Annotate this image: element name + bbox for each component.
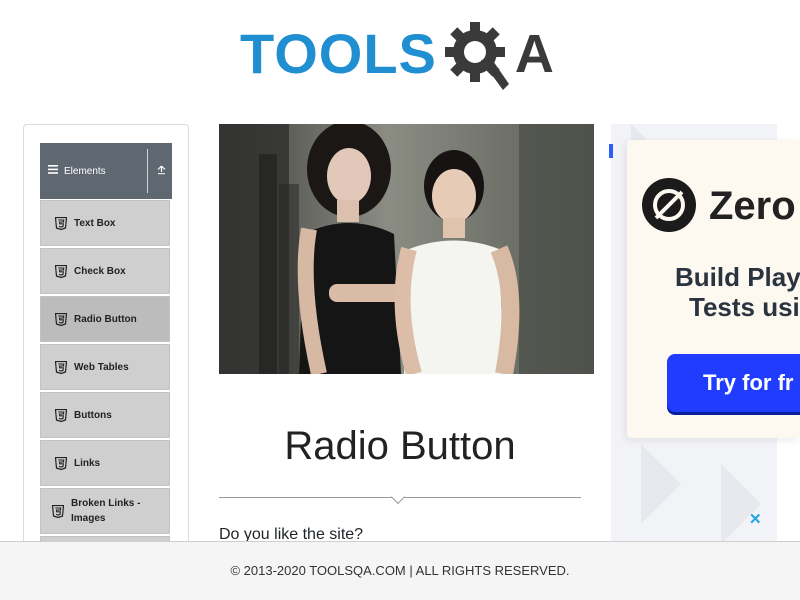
gear-icon (444, 22, 509, 90)
collapse-arrow-icon[interactable] (152, 165, 170, 178)
ad-brand: Zero (709, 184, 796, 228)
sidebar-item-label: Links (74, 457, 101, 469)
hero-photo-graphic (219, 124, 594, 374)
html5-icon (55, 360, 67, 374)
html5-icon (55, 408, 67, 422)
sidebar-item-text-box[interactable]: Text Box (40, 200, 170, 246)
html5-icon (55, 264, 67, 278)
footer-copyright: © 2013-2020 TOOLSQA.COM | ALL RIGHTS RES… (230, 563, 570, 578)
logo-text-tools: TOOLS (240, 22, 437, 85)
page-title: Radio Button (284, 424, 516, 468)
sidebar-menu: Text Box Check Box Radio Button Web Tabl… (40, 200, 170, 553)
logo-text-a: A (514, 24, 554, 84)
sidebar-group-label: Elements (64, 165, 106, 177)
sidebar-item-label: Buttons (74, 409, 112, 421)
toolsqa-logo[interactable]: TOOLS A (240, 16, 554, 92)
title-divider-notch (390, 489, 406, 505)
sidebar-item-radio-button[interactable]: Radio Button (40, 296, 170, 342)
html5-icon (55, 216, 67, 230)
sidebar-item-label: Check Box (74, 265, 126, 277)
ad-cta-button[interactable]: Try for fr (667, 354, 800, 412)
sidebar-item-label: Text Box (74, 217, 116, 229)
hero-photo (219, 124, 594, 374)
html5-icon (55, 312, 67, 326)
sidebar-item-web-tables[interactable]: Web Tables (40, 344, 170, 390)
hamburger-icon (48, 165, 60, 177)
page: TOOLS A Elements Text Box Check Box Radi… (0, 0, 800, 600)
footer: © 2013-2020 TOOLSQA.COM | ALL RIGHTS RES… (0, 541, 800, 600)
sidebar-item-links[interactable]: Links (40, 440, 170, 486)
sidebar-item-label: Web Tables (74, 361, 129, 373)
html5-icon (52, 504, 64, 518)
group-header-divider (147, 149, 148, 193)
sidebar-item-check-box[interactable]: Check Box (40, 248, 170, 294)
sidebar-item-broken-links[interactable]: Broken Links - Images (40, 488, 170, 534)
html5-icon (55, 456, 67, 470)
sidebar-item-label: Broken Links - Images (71, 498, 141, 524)
zerostep-logo-icon (642, 178, 696, 232)
sidebar-item-buttons[interactable]: Buttons (40, 392, 170, 438)
ad-close-icon[interactable]: ✕ (749, 510, 762, 528)
ad-banner[interactable]: Zero Build Playw Tests usi Try for fr (627, 140, 800, 438)
sidebar-group-elements[interactable]: Elements (40, 143, 172, 199)
ad-peek-bar (609, 144, 613, 158)
sidebar-item-label: Radio Button (74, 313, 137, 325)
ad-headline-line-1: Build Playw (675, 262, 800, 292)
ad-headline-line-2: Tests usi (689, 292, 800, 322)
header: TOOLS A (0, 0, 800, 100)
sidebar: Elements Text Box Check Box Radio Button… (23, 124, 189, 554)
